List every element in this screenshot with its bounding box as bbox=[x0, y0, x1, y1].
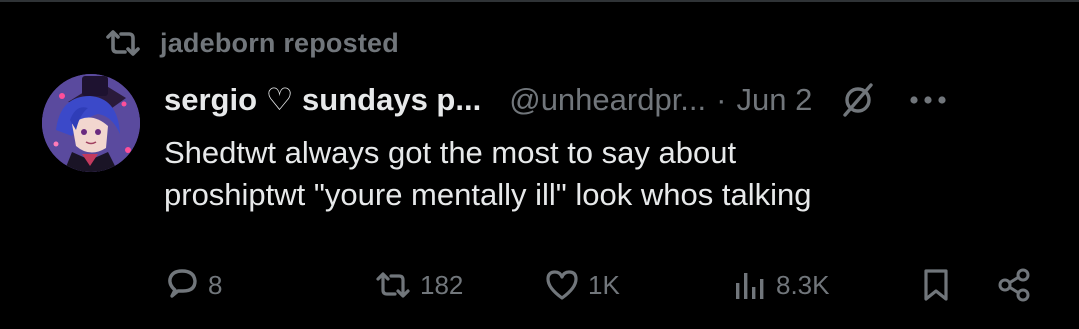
bookmark-icon bbox=[918, 267, 954, 303]
analytics-icon bbox=[732, 267, 768, 303]
post-text-line: proshiptwt "youre mentally ill" look who… bbox=[164, 177, 812, 212]
repost-count: 182 bbox=[420, 269, 464, 300]
grok-icon[interactable] bbox=[838, 80, 878, 120]
post-actions: 8 182 1K 8.3K bbox=[160, 260, 1040, 310]
bookmark-button[interactable] bbox=[918, 260, 954, 310]
share-button[interactable] bbox=[996, 260, 1032, 310]
post-date[interactable]: Jun 2 bbox=[736, 82, 812, 118]
reply-button[interactable]: 8 bbox=[164, 260, 222, 310]
view-count: 8.3K bbox=[776, 269, 830, 300]
views-button[interactable]: 8.3K bbox=[732, 260, 830, 310]
repost-indicator: jadeborn reposted bbox=[104, 26, 399, 60]
separator-dot: · bbox=[716, 82, 727, 117]
repost-label[interactable]: jadeborn reposted bbox=[160, 28, 399, 59]
like-button[interactable]: 1K bbox=[544, 260, 620, 310]
top-divider bbox=[0, 0, 1079, 2]
post-text-line: Shedtwt always got the most to say about bbox=[164, 135, 737, 170]
post-text: Shedtwt always got the most to say about… bbox=[164, 132, 1044, 216]
more-options-icon[interactable] bbox=[908, 80, 948, 120]
avatar[interactable] bbox=[42, 74, 140, 172]
user-handle[interactable]: @unheardpr... bbox=[509, 82, 706, 118]
post-header: sergio ♡ sundays p... @unheardpr... · Ju… bbox=[164, 78, 1044, 122]
reply-icon bbox=[164, 267, 200, 303]
display-name[interactable]: sergio ♡ sundays p... bbox=[164, 82, 481, 118]
reply-count: 8 bbox=[208, 269, 223, 300]
heart-icon bbox=[544, 267, 580, 303]
repost-action-icon bbox=[374, 270, 412, 300]
repost-button[interactable]: 182 bbox=[374, 260, 463, 310]
share-icon bbox=[996, 267, 1032, 303]
like-count: 1K bbox=[588, 269, 620, 300]
repost-icon bbox=[104, 28, 142, 58]
